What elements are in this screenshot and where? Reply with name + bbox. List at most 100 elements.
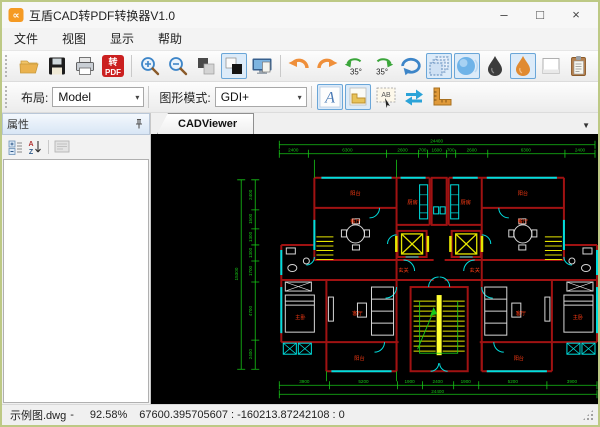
svg-text:AB: AB [381,92,391,99]
clipboard-icon [568,55,590,77]
show-text-button[interactable]: A [317,84,343,110]
render-quality-button[interactable] [454,53,480,79]
status-zoom-percent: 92.58% [90,409,127,421]
svg-text:35°: 35° [350,67,362,76]
categorize-icon [8,140,23,155]
free-rotate-button[interactable] [398,53,424,79]
svg-text:餐厅: 餐厅 [518,217,528,225]
background-dark-button[interactable] [193,53,219,79]
select-text-button[interactable]: AB [373,84,399,110]
graphics-mode-value: GDI+ [221,90,249,104]
invert-background-icon [223,55,245,77]
maximize-button[interactable]: □ [522,4,558,26]
page-corner-button[interactable] [345,84,371,110]
svg-text:阳台: 阳台 [354,354,364,362]
zoom-in-icon [139,55,161,77]
undo-button[interactable] [286,53,312,79]
svg-text:4700: 4700 [248,306,253,317]
rotate-right-35-button[interactable]: 35° [370,53,396,79]
app-window: ∝ 互盾CAD转PDF转换器V1.0 – □ × 文件 视图 显示 帮助 [0,0,600,427]
zoom-in-button[interactable] [137,53,163,79]
svg-text:2600: 2600 [397,148,408,153]
convert-to-pdf-button[interactable]: 转 PDF [100,53,126,79]
toolbar-grip [5,55,12,77]
new-blank-button[interactable] [538,53,564,79]
monitor-page-icon [251,55,273,77]
save-button[interactable] [44,53,70,79]
swap-button[interactable] [401,84,427,110]
svg-text:厨房: 厨房 [407,198,417,206]
fit-to-screen-button[interactable] [249,53,275,79]
tab-cadviewer[interactable]: CADViewer [157,113,254,134]
properties-panel-body[interactable] [3,159,149,403]
properties-panel-header: 属性 [2,113,150,135]
svg-text:700: 700 [419,148,427,153]
svg-text:阳台: 阳台 [514,354,524,362]
measure-button[interactable] [429,84,455,110]
print-button[interactable] [72,53,98,79]
svg-text:主卧: 主卧 [573,313,583,321]
status-bar: 示例图.dwg - 92.58% 67600.395705607 : -1602… [2,404,598,425]
menu-display[interactable]: 显示 [98,28,146,50]
rotate-left-35-icon: 35° [343,54,367,78]
categorize-button[interactable] [5,138,25,156]
toolbar-separator [311,86,312,108]
menu-help[interactable]: 帮助 [146,28,194,50]
background-invert-button[interactable] [221,53,247,79]
main-toolbar: 转 PDF [2,51,598,82]
sort-alphabetical-button[interactable]: A Z [25,138,45,156]
close-button[interactable]: × [558,4,594,26]
window-title: 互盾CAD转PDF转换器V1.0 [29,7,486,24]
ruler-icon [430,86,454,108]
menu-file[interactable]: 文件 [2,28,50,50]
menu-view[interactable]: 视图 [50,28,98,50]
save-floppy-icon [46,55,68,77]
minimize-button[interactable]: – [486,4,522,26]
pin-icon[interactable] [133,118,145,130]
svg-text:5200: 5200 [358,379,369,384]
properties-panel-title: 属性 [7,116,133,132]
paste-board-button[interactable] [566,53,592,79]
zoom-out-button[interactable] [165,53,191,79]
rotate-right-35-icon: 35° [371,54,395,78]
text-select-cursor-icon: AB [375,86,397,108]
svg-text:主卧: 主卧 [295,313,305,321]
graphics-mode-select[interactable]: GDI+ ▾ [215,87,307,107]
status-coordinates: 67600.395705607 : -160213.87242108 : 0 [139,409,345,421]
layout-label: 布局: [21,89,48,106]
app-logo-icon: ∝ [8,7,24,23]
tab-overflow-arrow[interactable]: ▼ [582,121,590,130]
status-file-name: 示例图.dwg [10,407,66,423]
svg-text:阳台: 阳台 [350,189,360,197]
toolbar-separator [48,140,49,154]
toolbar-grip [5,86,12,108]
layout-select[interactable]: Model ▾ [52,87,144,107]
open-file-button[interactable] [16,53,42,79]
svg-text:2400: 2400 [248,349,253,360]
svg-text:玄关: 玄关 [470,266,480,274]
color-button[interactable] [510,53,536,79]
svg-text:35°: 35° [376,67,388,76]
grayscale-button[interactable] [482,53,508,79]
svg-text:1300: 1300 [248,247,253,258]
svg-text:5200: 5200 [508,379,519,384]
svg-text:6300: 6300 [521,148,532,153]
rotate-left-35-button[interactable]: 35° [342,53,368,79]
svg-text:6300: 6300 [342,148,353,153]
svg-text:1900: 1900 [461,379,472,384]
redo-button[interactable] [314,53,340,79]
svg-text:转: 转 [108,56,117,67]
svg-text:700: 700 [447,148,455,153]
svg-text:客厅: 客厅 [352,309,362,317]
svg-text:玄关: 玄关 [398,266,408,274]
cad-canvas[interactable]: 24400 2400 6300 2600 700 1600 700 2600 6… [151,134,598,404]
svg-text:3900: 3900 [567,379,578,384]
floor-plan-drawing: 24400 2400 6300 2600 700 1600 700 2600 6… [151,134,598,404]
svg-text:厨房: 厨房 [461,198,471,206]
layers-button[interactable] [426,53,452,79]
resize-grip[interactable] [582,409,594,421]
property-pages-button[interactable] [52,138,72,156]
zoom-out-icon [167,55,189,77]
toolbar-separator [131,55,132,77]
menu-bar: 文件 视图 显示 帮助 [2,28,598,51]
